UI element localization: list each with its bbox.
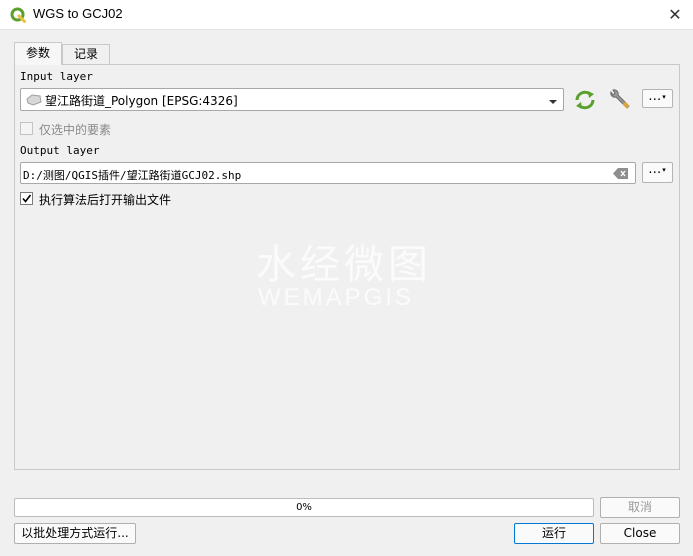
checkmark-icon <box>22 194 32 203</box>
polygon-layer-icon <box>26 94 42 109</box>
watermark-en: WEMAPGIS <box>258 284 415 311</box>
input-layer-options-button[interactable]: …▾ <box>642 89 673 108</box>
watermark-cn: 水经微图 <box>256 242 432 288</box>
output-layer-options-button[interactable]: …▾ <box>642 162 673 183</box>
cancel-button[interactable]: 取消 <box>600 497 680 518</box>
close-button[interactable]: Close <box>600 523 680 544</box>
wrench-icon[interactable] <box>607 88 633 112</box>
open-output-checkbox[interactable] <box>20 192 33 205</box>
selected-only-checkbox[interactable] <box>20 122 33 135</box>
tab-parameters[interactable]: 参数 <box>14 42 62 65</box>
chevron-down-icon <box>548 95 558 109</box>
iterate-icon[interactable] <box>573 88 597 112</box>
output-layer-value: D:/测图/QGIS插件/望江路街道GCJ02.shp <box>23 169 242 182</box>
more-options-label: … <box>648 162 663 177</box>
input-layer-combo[interactable]: 望江路街道_Polygon [EPSG:4326] <box>20 88 564 111</box>
progress-bar: 0% <box>14 498 594 517</box>
input-layer-label: Input layer <box>20 70 93 83</box>
output-layer-label: Output layer <box>20 144 100 157</box>
open-output-label: 执行算法后打开输出文件 <box>39 193 172 207</box>
window-title: WGS to GCJ02 <box>33 6 123 21</box>
close-window-icon[interactable]: ✕ <box>664 4 686 26</box>
output-layer-field[interactable]: D:/测图/QGIS插件/望江路街道GCJ02.shp <box>20 162 636 184</box>
batch-process-button[interactable]: 以批处理方式运行... <box>14 523 136 544</box>
more-options-label: … <box>648 89 663 104</box>
run-button[interactable]: 运行 <box>514 523 594 544</box>
qgis-logo-icon <box>10 7 26 23</box>
tab-log[interactable]: 记录 <box>62 44 110 64</box>
clear-field-icon[interactable] <box>613 168 629 182</box>
input-layer-value: 望江路街道_Polygon [EPSG:4326] <box>45 94 238 108</box>
selected-only-label: 仅选中的要素 <box>39 123 112 137</box>
